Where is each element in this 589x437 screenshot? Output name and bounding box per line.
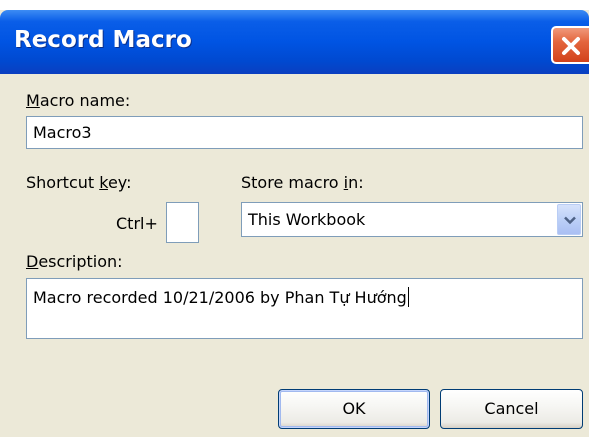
- close-button[interactable]: [551, 26, 589, 64]
- ok-button[interactable]: OK: [278, 389, 430, 429]
- close-icon: [562, 37, 580, 55]
- macro-name-value: Macro3: [33, 123, 92, 142]
- description-label: Description:: [26, 252, 123, 271]
- macro-name-input[interactable]: Macro3: [26, 116, 583, 149]
- description-value: Macro recorded 10/21/2006 by Phan Tự Hướ…: [33, 287, 409, 307]
- dropdown-button[interactable]: [557, 204, 581, 235]
- ctrl-label: Ctrl+: [116, 214, 158, 233]
- cancel-button[interactable]: Cancel: [440, 389, 583, 429]
- macro-name-label: Macro name:: [26, 91, 131, 110]
- text-caret: [407, 287, 409, 307]
- dialog-title: Record Macro: [14, 27, 192, 53]
- title-bar[interactable]: Record Macro: [0, 10, 589, 74]
- description-input[interactable]: Macro recorded 10/21/2006 by Phan Tự Hướ…: [26, 278, 583, 339]
- record-macro-dialog: Record Macro Macro name: Macro3 Shortcut…: [0, 10, 589, 437]
- store-macro-in-value: This Workbook: [248, 210, 366, 229]
- shortcut-key-input[interactable]: [166, 202, 199, 243]
- store-macro-in-select[interactable]: This Workbook: [241, 202, 583, 237]
- chevron-down-icon: [564, 216, 576, 225]
- shortcut-key-label: Shortcut key:: [26, 173, 132, 192]
- store-macro-in-label: Store macro in:: [241, 173, 364, 192]
